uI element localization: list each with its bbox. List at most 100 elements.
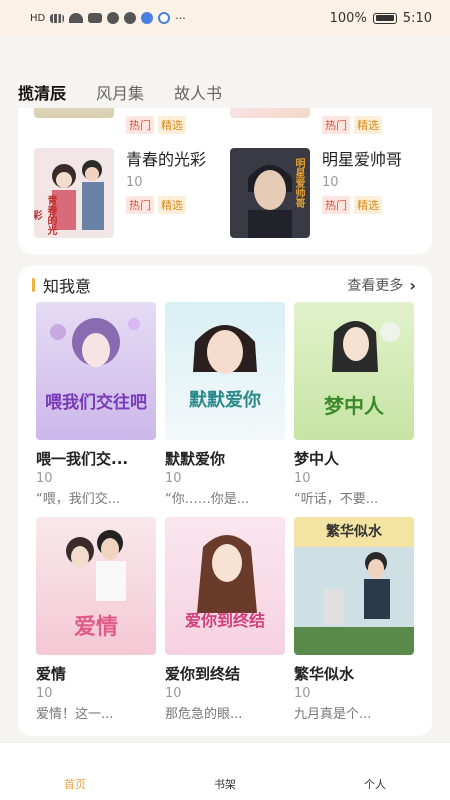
cover-title: 明星爱帅哥 [293, 158, 304, 208]
book-cover: 繁华似水 [294, 517, 414, 655]
book-item[interactable]: 热门 精选 [34, 108, 226, 134]
tab-fengyueji[interactable]: 风月集 [96, 80, 144, 104]
book-cover: 爱情 [36, 517, 156, 655]
battery-icon [372, 12, 397, 24]
book-count: 10 [36, 471, 53, 486]
cover-illustration [165, 517, 285, 655]
book-desc: “听话，不要... [294, 492, 379, 507]
grid-book-item[interactable]: 爱你到终结 爱你到终结 10 那危急的眼... [165, 517, 285, 722]
nav-profile[interactable]: 个人 [335, 776, 415, 792]
pick-badge: 精选 [158, 116, 186, 134]
book-info: 青春的光彩 10 热门 精选 [126, 148, 226, 238]
section-card: 知我意 查看更多 › 喂我们交往吧 喂一我们交... 10 “喂，我们交... [18, 266, 432, 736]
book-item[interactable]: 青春的光彩 青春的光彩 10 热门 精选 [34, 148, 226, 238]
book-desc: “你……你是... [165, 492, 250, 507]
app-icon [141, 12, 154, 24]
book-desc: “喂，我们交... [36, 492, 121, 507]
more-dots-icon: ··· [175, 11, 186, 25]
book-count: 10 [294, 686, 311, 701]
mail-icon [88, 13, 103, 23]
pick-badge: 精选 [158, 196, 186, 214]
status-left: HD ··· [30, 12, 186, 25]
grid-book-item[interactable]: 爱情 爱情 10 爱情！这一... [36, 517, 156, 722]
book-count: 10 [165, 686, 182, 701]
book-count: 10 [322, 175, 339, 190]
section-accent-bar [32, 278, 35, 292]
book-cover [230, 108, 310, 118]
pick-badge: 精选 [354, 196, 382, 214]
book-title: 爱情 [36, 665, 67, 683]
book-item[interactable]: 热门 精选 [230, 108, 422, 134]
cover-illustration [165, 302, 285, 440]
cover-title: 爱情 [73, 614, 118, 640]
book-count: 10 [294, 471, 311, 486]
bottom-nav: 首页 书架 个人 [0, 742, 450, 800]
app-icon [124, 12, 137, 24]
badge-row: 热门 精选 [126, 196, 226, 214]
battery-percent: 100% [329, 10, 367, 26]
signal-icon [50, 13, 65, 23]
book-title: 爱你到终结 [165, 665, 241, 683]
nav-bookshelf[interactable]: 书架 [185, 776, 265, 792]
grid-book-item[interactable]: 繁华似水 繁华似水 10 九月真是个... [294, 517, 414, 722]
app-icon [158, 12, 171, 24]
status-bar: HD ··· 100% 5:10 [0, 0, 450, 36]
wifi-icon [69, 13, 84, 23]
book-title: 默默爱你 [165, 450, 226, 468]
status-right: 100% 5:10 [330, 11, 432, 26]
badge-row: 热门 精选 [126, 116, 226, 134]
book-info: 热门 精选 [322, 108, 422, 134]
hot-badge: 热门 [322, 116, 350, 134]
section-title: 知我意 [32, 273, 91, 297]
book-info: 热门 精选 [126, 108, 226, 134]
book-cover: 喂我们交往吧 [36, 302, 156, 440]
book-title: 喂一我们交... [36, 450, 129, 468]
book-desc: 九月真是个... [294, 707, 372, 722]
book-cover: 默默爱你 [165, 302, 285, 440]
cover-title: 喂我们交往吧 [45, 393, 147, 413]
tab-gurenshu[interactable]: 故人书 [174, 80, 222, 104]
book-desc: 那危急的眼... [165, 707, 243, 722]
book-cover: 梦中人 [294, 302, 414, 440]
book-item[interactable]: 明星爱帅哥 明星爱帅哥 10 热门 精选 [230, 148, 422, 238]
section-header: 知我意 查看更多 › [32, 274, 416, 296]
app-header: 揽清辰 风月集 故人书 [0, 36, 450, 106]
grid-book-item[interactable]: 默默爱你 默默爱你 10 “你……你是... [165, 302, 285, 507]
hot-badge: 热门 [126, 196, 154, 214]
badge-row: 热门 精选 [322, 116, 422, 134]
book-count: 10 [165, 471, 182, 486]
book-cover: 爱你到终结 [165, 517, 285, 655]
book-count: 10 [36, 686, 53, 701]
app-icon [107, 12, 120, 24]
hot-badge: 热门 [322, 196, 350, 214]
book-count: 10 [126, 175, 143, 190]
cover-title: 青春的光彩 [34, 195, 56, 235]
see-more-label: 查看更多 [347, 278, 404, 294]
grid-book-item[interactable]: 喂我们交往吧 喂一我们交... 10 “喂，我们交... [36, 302, 156, 507]
pick-badge: 精选 [354, 116, 382, 134]
book-list-card: 热门 精选 热门 精选 青春的光彩 青春的光彩 10 热门 精选 明星爱帅哥 明… [18, 108, 432, 254]
book-cover: 明星爱帅哥 [230, 148, 310, 238]
tab-bar: 揽清辰 风月集 故人书 [18, 80, 222, 104]
cover-illustration [36, 302, 156, 440]
tab-lanqingchen[interactable]: 揽清辰 [18, 80, 66, 104]
clock: 5:10 [402, 10, 432, 26]
section-title-text: 知我意 [43, 277, 92, 296]
cover-title: 爱你到终结 [184, 611, 265, 630]
book-cover: 青春的光彩 [34, 148, 114, 238]
chevron-right-icon: › [409, 275, 416, 295]
cover-title: 繁华似水 [326, 524, 382, 540]
book-title: 明星爱帅哥 [322, 150, 403, 169]
cover-title: 梦中人 [324, 394, 384, 418]
cover-illustration [294, 302, 414, 440]
book-cover [34, 108, 114, 118]
hd-signal-icon: HD [30, 12, 46, 24]
hot-badge: 热门 [126, 116, 154, 134]
nav-home[interactable]: 首页 [35, 776, 115, 792]
grid-book-item[interactable]: 梦中人 梦中人 10 “听话，不要... [294, 302, 414, 507]
badge-row: 热门 精选 [322, 196, 422, 214]
book-title: 梦中人 [294, 450, 340, 468]
book-desc: 爱情！这一... [36, 707, 114, 722]
book-title: 青春的光彩 [126, 150, 207, 169]
see-more-link[interactable]: 查看更多 › [347, 275, 416, 295]
